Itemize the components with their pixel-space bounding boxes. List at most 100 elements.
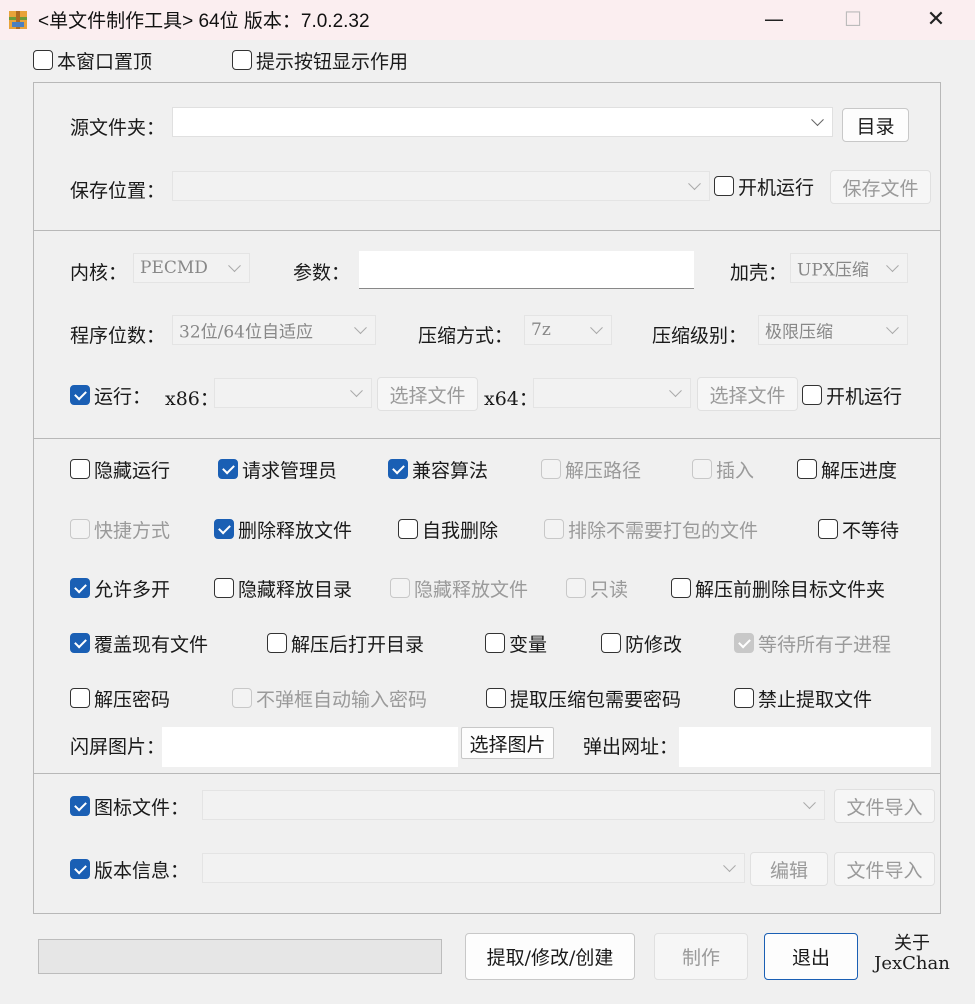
browse-directory-button[interactable]: 目录: [842, 108, 909, 142]
chevron-down-icon[interactable]: [886, 259, 899, 273]
self-delete-checkbox[interactable]: 自我删除: [398, 517, 498, 542]
checkbox-box[interactable]: [388, 459, 408, 479]
save-location-combobox[interactable]: [172, 171, 710, 201]
chevron-down-icon[interactable]: [723, 859, 736, 873]
always-on-top-checkbox[interactable]: 本窗口置顶: [33, 48, 152, 73]
x86-select-file-button[interactable]: 选择文件: [377, 377, 478, 411]
checkbox-box[interactable]: [544, 519, 564, 539]
delete-target-before-checkbox[interactable]: 解压前删除目标文件夹: [671, 576, 885, 601]
anti-modify-checkbox[interactable]: 防修改: [601, 631, 682, 656]
checkbox-box[interactable]: [70, 796, 90, 816]
checkbox-box[interactable]: [232, 50, 252, 70]
version-info-import-button[interactable]: 文件导入: [834, 852, 935, 886]
checkbox-box[interactable]: [398, 519, 418, 539]
core-run-on-boot-checkbox[interactable]: 开机运行: [802, 383, 902, 408]
hide-release-files-checkbox[interactable]: 隐藏释放文件: [390, 576, 528, 601]
kernel-combobox[interactable]: PECMD: [133, 253, 250, 283]
run-checkbox[interactable]: 运行：: [70, 383, 151, 408]
compat-algo-checkbox[interactable]: 兼容算法: [388, 457, 488, 482]
request-admin-checkbox[interactable]: 请求管理员: [218, 457, 337, 482]
version-info-combobox[interactable]: [202, 853, 745, 883]
minimize-button[interactable]: —: [743, 0, 805, 38]
checkbox-box[interactable]: [692, 459, 712, 479]
chevron-down-icon[interactable]: [669, 384, 682, 398]
delete-released-checkbox[interactable]: 删除释放文件: [214, 517, 352, 542]
params-input[interactable]: [359, 251, 694, 289]
exclude-files-checkbox[interactable]: 排除不需要打包的文件: [544, 517, 758, 542]
close-button[interactable]: ✕: [905, 0, 967, 38]
checkbox-box[interactable]: [70, 578, 90, 598]
checkbox-box[interactable]: [601, 633, 621, 653]
checkbox-box[interactable]: [33, 50, 53, 70]
chevron-down-icon[interactable]: [811, 113, 824, 127]
compress-level-combobox[interactable]: 极限压缩: [758, 315, 908, 345]
x86-combobox[interactable]: [214, 378, 372, 408]
checkbox-box[interactable]: [802, 385, 822, 405]
splash-image-input[interactable]: [162, 727, 458, 767]
checkbox-box[interactable]: [70, 385, 90, 405]
extract-password-checkbox[interactable]: 解压密码: [70, 686, 170, 711]
checkbox-box[interactable]: [714, 176, 734, 196]
popup-url-input[interactable]: [679, 727, 931, 767]
checkbox-box[interactable]: [734, 633, 754, 653]
extract-modify-create-button[interactable]: 提取/修改/创建: [465, 933, 635, 980]
shortcut-checkbox[interactable]: 快捷方式: [70, 517, 170, 542]
extract-progress-checkbox[interactable]: 解压进度: [797, 457, 897, 482]
icon-file-checkbox[interactable]: 图标文件：: [70, 794, 189, 819]
source-folder-combobox[interactable]: [172, 107, 833, 137]
allow-multi-checkbox[interactable]: 允许多开: [70, 576, 170, 601]
overwrite-checkbox[interactable]: 覆盖现有文件: [70, 631, 208, 656]
insert-checkbox[interactable]: 插入: [692, 457, 754, 482]
checkbox-box[interactable]: [70, 519, 90, 539]
compress-method-combobox[interactable]: 7z: [524, 315, 612, 345]
icon-file-import-button[interactable]: 文件导入: [834, 789, 935, 823]
chevron-down-icon[interactable]: [350, 384, 363, 398]
chevron-down-icon[interactable]: [354, 321, 367, 335]
checkbox-box[interactable]: [70, 688, 90, 708]
exit-button[interactable]: 退出: [764, 933, 858, 980]
shell-combobox[interactable]: UPX压缩: [790, 253, 908, 283]
checkbox-box[interactable]: [70, 459, 90, 479]
auto-password-checkbox[interactable]: 不弹框自动输入密码: [232, 686, 427, 711]
extract-path-checkbox[interactable]: 解压路径: [541, 457, 641, 482]
version-info-checkbox[interactable]: 版本信息：: [70, 857, 189, 882]
chevron-down-icon[interactable]: [803, 796, 816, 810]
checkbox-box[interactable]: [218, 459, 238, 479]
checkbox-box[interactable]: [70, 633, 90, 653]
no-wait-checkbox[interactable]: 不等待: [818, 517, 899, 542]
wait-children-checkbox[interactable]: 等待所有子进程: [734, 631, 891, 656]
checkbox-box[interactable]: [267, 633, 287, 653]
version-info-edit-button[interactable]: 编辑: [750, 852, 828, 886]
checkbox-box[interactable]: [486, 688, 506, 708]
extract-need-password-checkbox[interactable]: 提取压缩包需要密码: [486, 686, 681, 711]
select-image-button[interactable]: 选择图片: [461, 727, 554, 759]
hide-release-dir-checkbox[interactable]: 隐藏释放目录: [214, 576, 352, 601]
save-run-on-boot-checkbox[interactable]: 开机运行: [714, 174, 814, 199]
hide-run-checkbox[interactable]: 隐藏运行: [70, 457, 170, 482]
maximize-button[interactable]: ☐: [822, 0, 884, 38]
checkbox-box[interactable]: [214, 578, 234, 598]
variables-checkbox[interactable]: 变量: [485, 631, 547, 656]
bits-combobox[interactable]: 32位/64位自适应: [172, 315, 376, 345]
tooltip-help-checkbox[interactable]: 提示按钮显示作用: [232, 48, 408, 73]
icon-file-combobox[interactable]: [202, 790, 825, 820]
checkbox-box[interactable]: [232, 688, 252, 708]
forbid-extract-checkbox[interactable]: 禁止提取文件: [734, 686, 872, 711]
x64-select-file-button[interactable]: 选择文件: [697, 377, 798, 411]
save-file-button[interactable]: 保存文件: [830, 170, 931, 204]
checkbox-box[interactable]: [566, 578, 586, 598]
build-button[interactable]: 制作: [654, 933, 748, 980]
checkbox-box[interactable]: [214, 519, 234, 539]
about-link[interactable]: 关于 JexChan: [872, 934, 952, 974]
chevron-down-icon[interactable]: [688, 177, 701, 191]
checkbox-box[interactable]: [485, 633, 505, 653]
checkbox-box[interactable]: [671, 578, 691, 598]
chevron-down-icon[interactable]: [228, 259, 241, 273]
checkbox-box[interactable]: [390, 578, 410, 598]
x64-combobox[interactable]: [533, 378, 691, 408]
read-only-checkbox[interactable]: 只读: [566, 576, 628, 601]
chevron-down-icon[interactable]: [886, 321, 899, 335]
checkbox-box[interactable]: [70, 859, 90, 879]
checkbox-box[interactable]: [541, 459, 561, 479]
chevron-down-icon[interactable]: [590, 321, 603, 335]
